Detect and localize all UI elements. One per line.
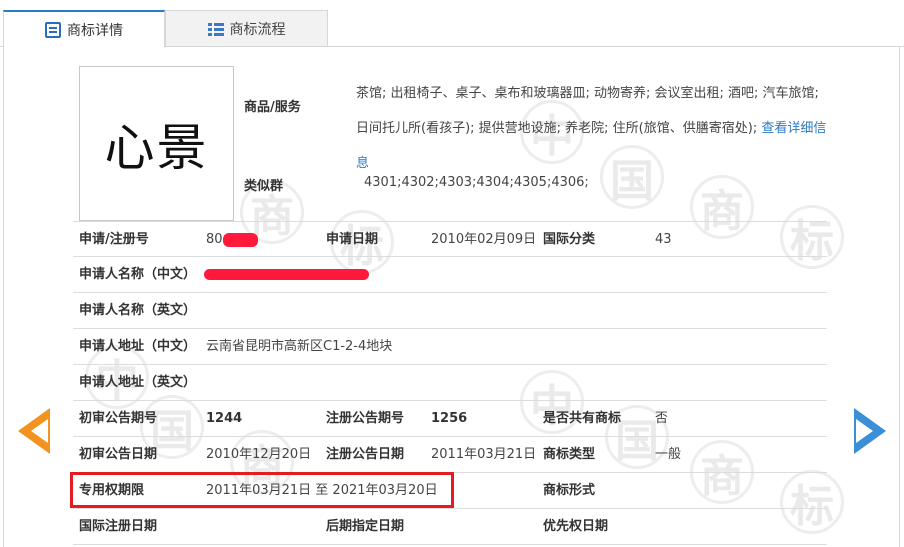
shared-value: 否 (655, 411, 669, 426)
previous-arrow-icon[interactable] (18, 408, 50, 454)
applicant-en-label: 申请人名称（英文） (79, 303, 197, 318)
tab-trademark-flow-label: 商标流程 (229, 21, 286, 38)
reg-notice-date-value: 2011年03月21日 (431, 447, 537, 462)
later-date-label: 后期指定日期 (326, 519, 405, 534)
next-arrow-icon[interactable] (854, 408, 886, 454)
reg-notice-no-value: 1256 (431, 411, 468, 426)
document-icon (45, 21, 61, 38)
table-row: 国际注册日期 后期指定日期 优先权日期 (73, 509, 827, 545)
tab-trademark-detail[interactable]: 商标详情 (3, 10, 165, 48)
tm-form-label: 商标形式 (543, 483, 596, 498)
intl-class-label: 国际分类 (543, 232, 596, 247)
tm-type-label: 商标类型 (543, 447, 596, 462)
tab-trademark-flow[interactable]: 商标流程 (165, 10, 328, 47)
tab-trademark-detail-label: 商标详情 (67, 22, 123, 39)
tm-type-value: 一般 (655, 447, 682, 462)
goods-services-text: 茶馆; 出租椅子、桌子、桌布和玻璃器皿; 动物寄养; 会议室出租; 酒吧; 汽车… (356, 86, 819, 136)
applicant-cn-label: 申请人名称（中文） (79, 267, 197, 282)
reg-no-value: 80 (206, 232, 223, 247)
address-cn-value: 云南省昆明市高新区C1-2-4地块 (206, 339, 393, 354)
similar-group-value: 4301;4302;4303;4304;4305;4306; (364, 175, 589, 190)
table-row: 申请人名称（英文） (73, 293, 827, 329)
table-row: 申请人名称（中文） (73, 257, 827, 293)
table-row: 初审公告期号 1244 注册公告期号 1256 是否共有商标 否 (73, 401, 827, 437)
address-cn-label: 申请人地址（中文） (79, 339, 197, 354)
redaction-mark (223, 233, 258, 247)
priority-date-label: 优先权日期 (543, 519, 609, 534)
reg-no-label: 申请/注册号 (79, 232, 149, 247)
table-row: 申请/注册号 80 申请日期 2010年02月09日 国际分类 43 (73, 221, 827, 257)
goods-services-value: 茶馆; 出租椅子、桌子、桌布和玻璃器皿; 动物寄养; 会议室出租; 酒吧; 汽车… (356, 76, 832, 181)
prelim-no-value: 1244 (206, 411, 243, 426)
trademark-logo-text: 心景 (104, 118, 209, 177)
apply-date-label: 申请日期 (326, 232, 379, 247)
intl-class-value: 43 (655, 232, 672, 247)
intl-reg-date-label: 国际注册日期 (79, 519, 158, 534)
prelim-date-label: 初审公告日期 (79, 447, 158, 462)
prelim-no-label: 初审公告期号 (79, 411, 158, 426)
table-row: 申请人地址（中文） 云南省昆明市高新区C1-2-4地块 (73, 329, 827, 365)
address-en-label: 申请人地址（英文） (79, 375, 197, 390)
table-row: 申请人地址（英文） (73, 365, 827, 401)
goods-services-label: 商品/服务 (244, 100, 301, 115)
reg-notice-no-label: 注册公告期号 (326, 411, 405, 426)
table-row: 初审公告日期 2010年12月20日 注册公告日期 2011年03月21日 商标… (73, 437, 827, 473)
reg-notice-date-label: 注册公告日期 (326, 447, 405, 462)
redaction-mark (204, 269, 369, 280)
tab-bar: 商标详情 商标流程 (0, 10, 904, 48)
apply-date-value: 2010年02月09日 (431, 232, 537, 247)
trademark-image: 心景 (79, 66, 234, 221)
shared-label: 是否共有商标 (543, 411, 622, 426)
similar-group-label: 类似群 (244, 179, 284, 194)
prelim-date-value: 2010年12月20日 (206, 447, 312, 462)
list-icon (207, 20, 224, 37)
exclusive-period-highlight (70, 472, 454, 508)
